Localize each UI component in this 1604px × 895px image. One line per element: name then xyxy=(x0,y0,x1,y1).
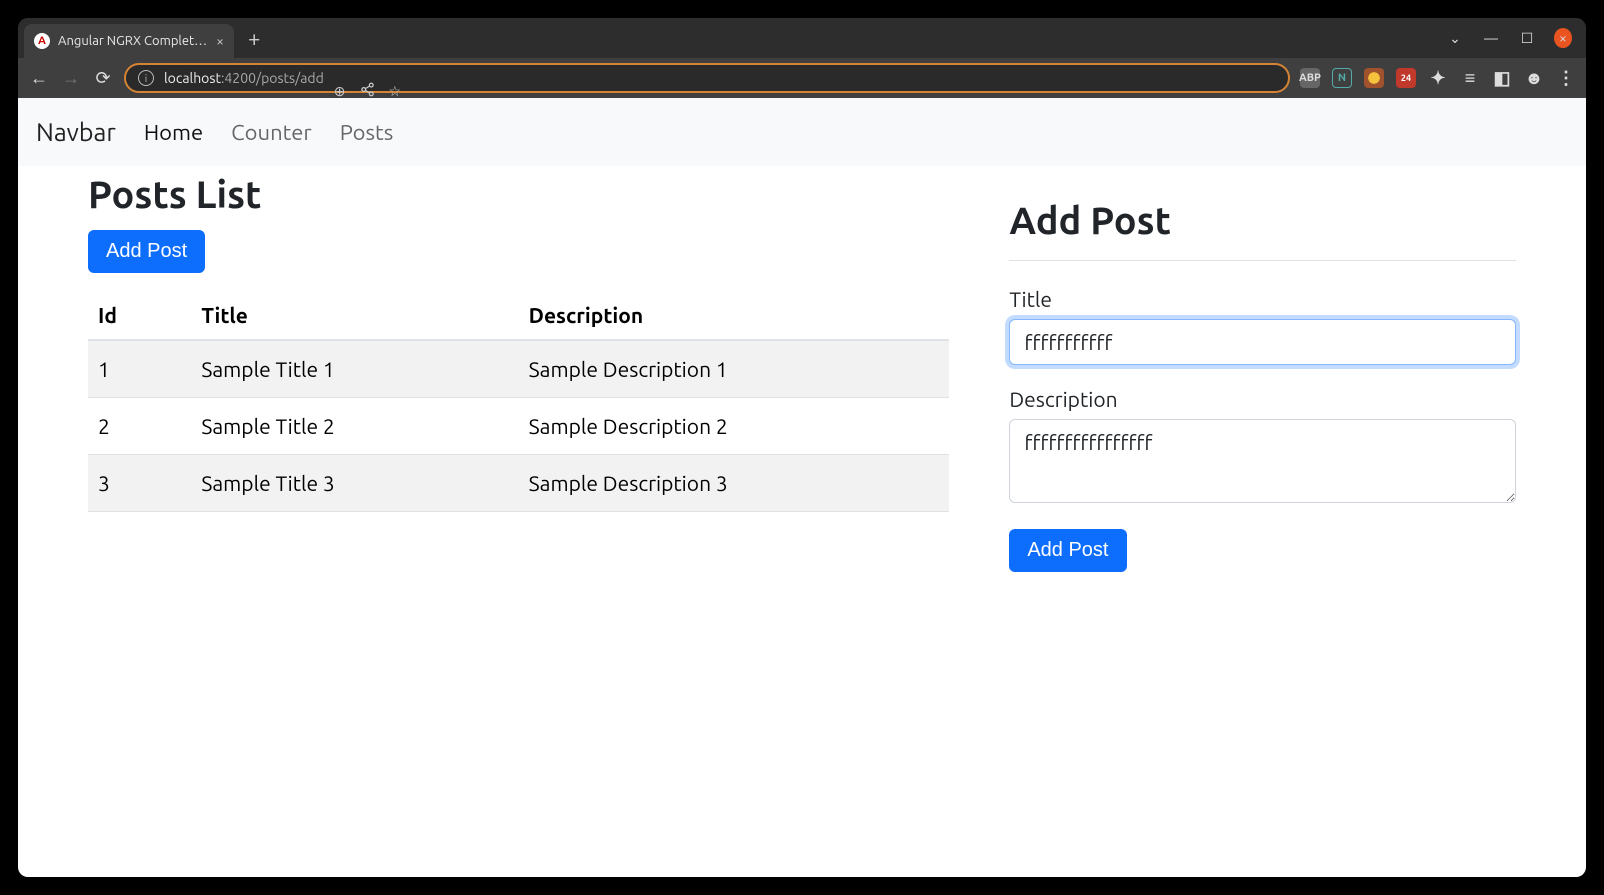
table-row: 1 Sample Title 1 Sample Description 1 xyxy=(88,340,949,398)
extension-abp-icon[interactable]: ABP xyxy=(1300,68,1320,88)
tab-title: Angular NGRX Complete C xyxy=(58,34,208,48)
minimize-icon[interactable]: ― xyxy=(1482,30,1500,46)
url-host: localhost xyxy=(164,70,221,86)
description-label: Description xyxy=(1009,387,1516,411)
browser-toolbar: ← → ⟳ i localhost:4200/posts/add ⊕ ☆ ABP… xyxy=(18,58,1586,98)
cell-id: 3 xyxy=(88,455,191,512)
submit-add-post-button[interactable]: Add Post xyxy=(1009,529,1126,572)
window-close-icon[interactable]: × xyxy=(1554,28,1572,48)
cell-id: 1 xyxy=(88,340,191,398)
address-bar[interactable]: i localhost:4200/posts/add ⊕ ☆ xyxy=(124,63,1290,93)
page-title: Posts List xyxy=(88,174,949,216)
cell-description: Sample Description 3 xyxy=(519,455,950,512)
nav-home[interactable]: Home xyxy=(144,120,203,145)
col-id: Id xyxy=(88,291,191,340)
extensions-icon[interactable]: ✦ xyxy=(1428,68,1448,88)
bookmark-icon[interactable]: ☆ xyxy=(389,83,402,100)
extension-calendar-icon[interactable]: 24 xyxy=(1396,68,1416,88)
form-title: Add Post xyxy=(1009,200,1516,242)
navbar-brand[interactable]: Navbar xyxy=(36,118,116,146)
side-panel-icon[interactable]: ◧ xyxy=(1492,68,1512,88)
description-textarea[interactable] xyxy=(1009,419,1516,503)
extension-cookie-icon[interactable] xyxy=(1364,68,1384,88)
favicon-angular-icon: A xyxy=(34,33,50,49)
table-row: 3 Sample Title 3 Sample Description 3 xyxy=(88,455,949,512)
col-title: Title xyxy=(191,291,518,340)
page-viewport: Navbar Home Counter Posts Posts List Add… xyxy=(18,98,1586,877)
maximize-icon[interactable]: ☐ xyxy=(1518,30,1536,47)
app-navbar: Navbar Home Counter Posts xyxy=(18,98,1586,166)
add-post-button[interactable]: Add Post xyxy=(88,230,205,273)
col-description: Description xyxy=(519,291,950,340)
title-input[interactable] xyxy=(1009,319,1516,365)
url-path: :4200/posts/add xyxy=(221,70,324,86)
window-titlebar: A Angular NGRX Complete C × + ⌄ ― ☐ × xyxy=(18,18,1586,58)
title-label: Title xyxy=(1009,287,1516,311)
nav-posts[interactable]: Posts xyxy=(340,120,394,145)
posts-table: Id Title Description 1 Sample Title 1 Sa… xyxy=(88,291,949,512)
extension-icons: ABP N 24 ✦ ≡ ◧ ☻ ⋮ xyxy=(1300,68,1576,88)
tab-list-icon[interactable]: ⌄ xyxy=(1446,30,1464,47)
cell-description: Sample Description 1 xyxy=(519,340,950,398)
reading-list-icon[interactable]: ≡ xyxy=(1460,68,1480,88)
new-tab-button[interactable]: + xyxy=(248,26,260,51)
cell-title: Sample Title 3 xyxy=(191,455,518,512)
extension-n-icon[interactable]: N xyxy=(1332,68,1352,88)
profile-avatar-icon[interactable]: ☻ xyxy=(1524,68,1544,88)
zoom-icon[interactable]: ⊕ xyxy=(334,83,346,100)
kebab-menu-icon[interactable]: ⋮ xyxy=(1556,68,1576,88)
cell-id: 2 xyxy=(88,398,191,455)
site-info-icon[interactable]: i xyxy=(138,70,154,86)
cell-title: Sample Title 1 xyxy=(191,340,518,398)
forward-icon: → xyxy=(60,68,82,89)
cell-title: Sample Title 2 xyxy=(191,398,518,455)
divider xyxy=(1009,260,1516,261)
table-row: 2 Sample Title 2 Sample Description 2 xyxy=(88,398,949,455)
close-tab-icon[interactable]: × xyxy=(216,33,224,49)
reload-icon[interactable]: ⟳ xyxy=(92,68,114,89)
nav-counter[interactable]: Counter xyxy=(231,120,312,145)
browser-tab[interactable]: A Angular NGRX Complete C × xyxy=(24,24,234,58)
back-icon[interactable]: ← xyxy=(28,68,50,89)
cell-description: Sample Description 2 xyxy=(519,398,950,455)
